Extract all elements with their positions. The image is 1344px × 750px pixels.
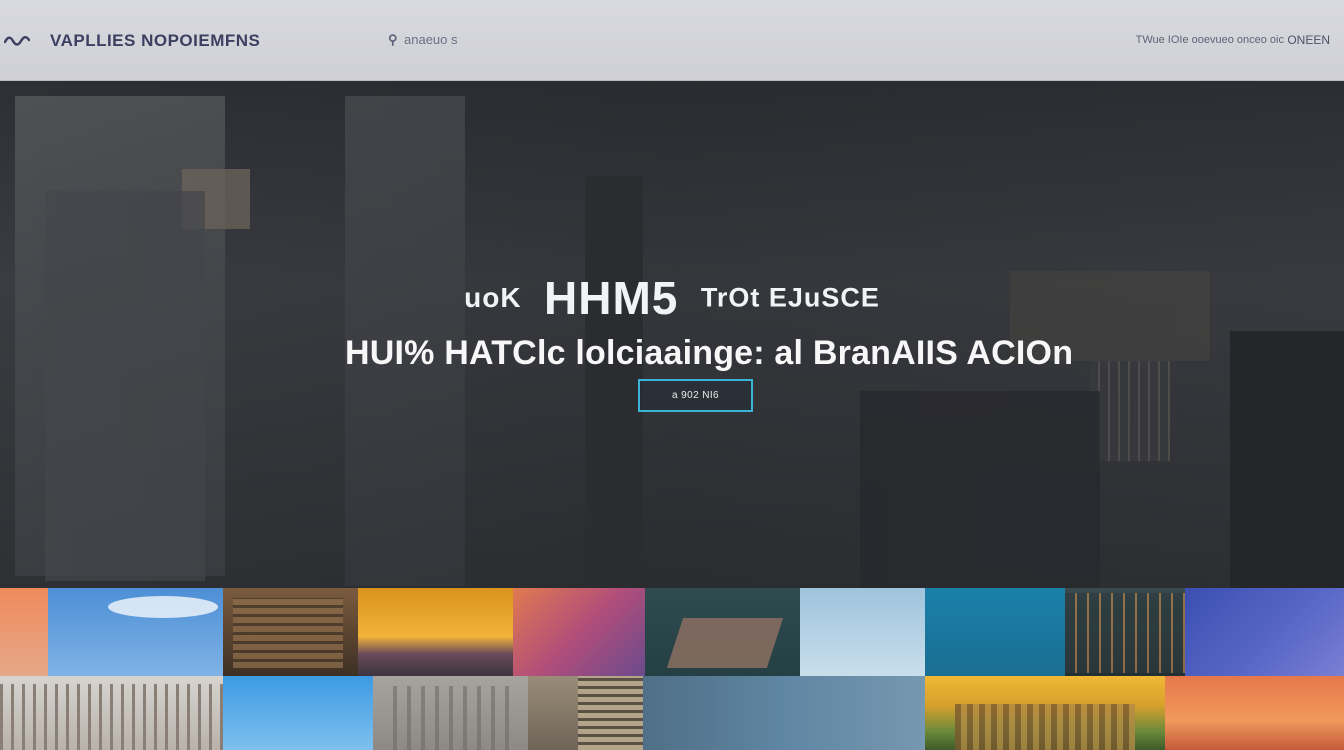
thumbnail-blue-haze[interactable] (643, 676, 925, 750)
top-navbar: VAPLLIES NOPOIEMFNS ⚲ anaeuo s TWue IOIe… (0, 0, 1344, 81)
thumbnail-sky-blue[interactable] (223, 676, 373, 750)
brand-name[interactable]: VAPLLIES NOPOIEMFNS (50, 31, 260, 51)
thumbnail-misty-buildings[interactable] (373, 676, 528, 750)
thumbnail-tower-facade[interactable] (528, 676, 643, 750)
thumbnail-golden-castle[interactable] (925, 676, 1165, 750)
kicker-prefix: uoK (464, 282, 522, 313)
search-box[interactable]: ⚲ anaeuo s (388, 32, 458, 47)
thumbnail-orange-horizon[interactable] (358, 588, 513, 676)
thumbnail-scaffold-structure[interactable] (0, 676, 223, 750)
hero-headline: HUI% HATClc lolciaainge: al BranAIIS ACI… (345, 334, 1074, 372)
hero-kicker: uoK HHM5 TrOt EJuSCE (0, 271, 1344, 325)
thumbnail-grid (0, 588, 1344, 750)
thumbnail-teal-blue[interactable] (925, 588, 1065, 676)
thumbnail-building-lights[interactable] (1065, 588, 1185, 676)
thumbnail-orange-glow[interactable] (1165, 676, 1344, 750)
thumbnail-blue-sky-clouds[interactable] (48, 588, 223, 676)
hero-banner: uoK HHM5 TrOt EJuSCE HUI% HATClc lolciaa… (0, 81, 1344, 588)
thumbnail-dark-teal-book[interactable] (645, 588, 800, 676)
thumbnail-indigo-gradient[interactable] (1185, 588, 1344, 676)
wave-logo-icon[interactable] (4, 30, 30, 50)
thumbnail-city-tower[interactable] (223, 588, 358, 676)
thumbnail-purple-gradient[interactable] (513, 588, 645, 676)
thumbnail-sunset-sky[interactable] (0, 588, 48, 676)
nav-links[interactable]: TWue IOIe ooevueo onceo oic (1136, 34, 1284, 46)
hero-cta-button[interactable]: a 902 NI6 (638, 379, 753, 412)
thumbnail-pale-sky[interactable] (800, 588, 925, 676)
search-label: anaeuo s (404, 32, 458, 47)
kicker-title: HHM5 (544, 272, 679, 324)
search-icon: ⚲ (388, 31, 398, 47)
kicker-suffix: TrOt EJuSCE (700, 282, 880, 313)
menu-button[interactable]: ONEEN (1287, 33, 1330, 47)
